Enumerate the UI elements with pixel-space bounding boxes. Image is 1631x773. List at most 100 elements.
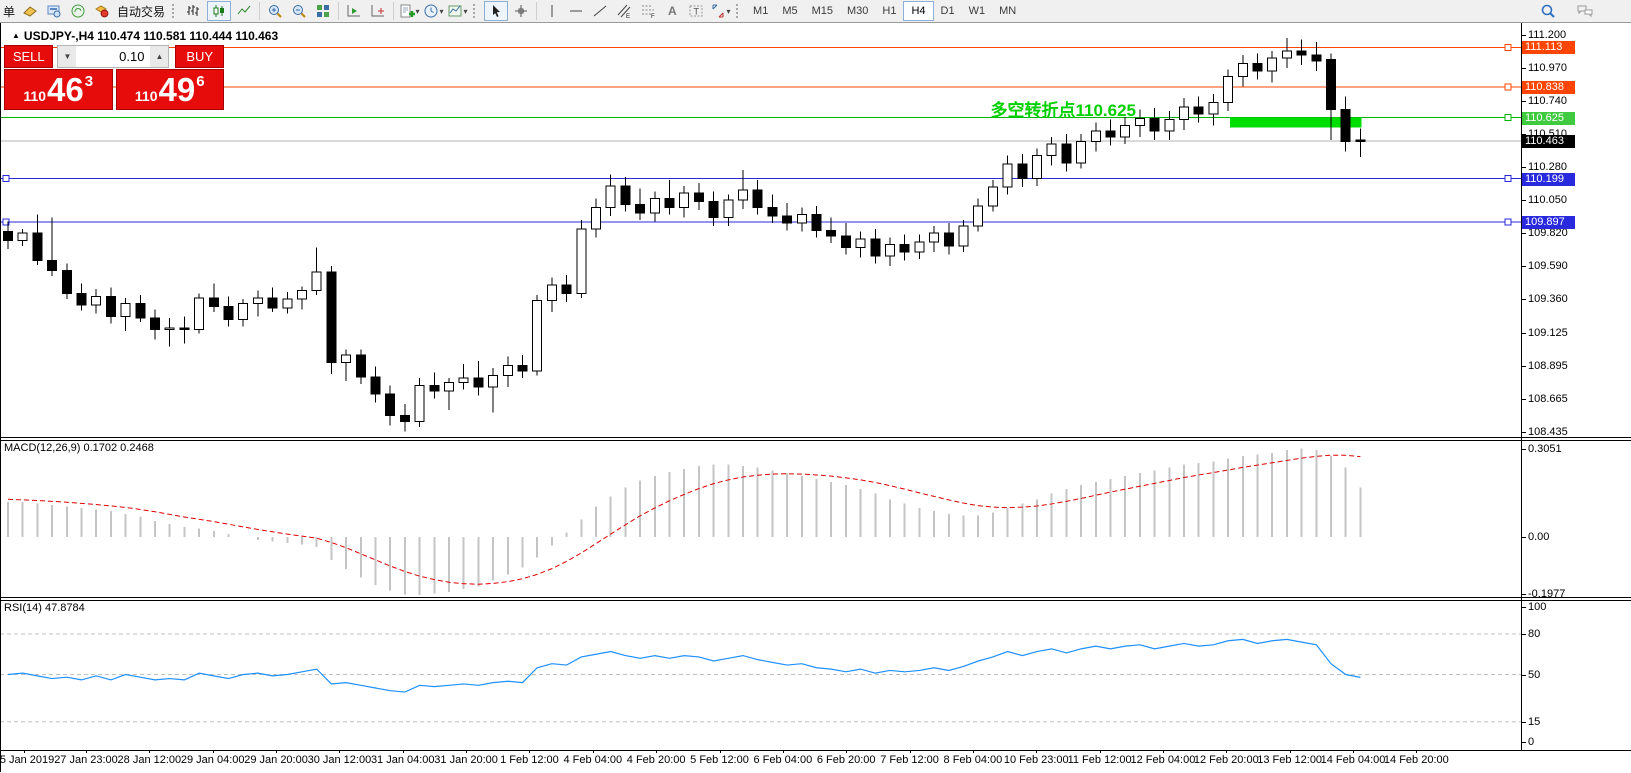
equidistant-channel-icon[interactable]: E (613, 1, 635, 21)
timeframe-h4[interactable]: H4 (903, 1, 933, 21)
bar-chart-icon[interactable] (183, 1, 205, 21)
autotrading-label[interactable]: 自动交易 (117, 3, 165, 20)
candle (988, 187, 997, 206)
hline-handle[interactable] (1505, 176, 1511, 182)
timeframe-m5[interactable]: M5 (775, 2, 804, 20)
zoom-out-icon[interactable] (288, 1, 310, 21)
candle (18, 233, 27, 240)
axis-tick-label: 109.125 (1528, 327, 1568, 339)
timeframe-group: M1M5M15M30H1H4D1W1MN (746, 1, 1023, 21)
time-axis-tick (593, 750, 594, 753)
candle (180, 328, 189, 329)
rsi-panel[interactable] (0, 600, 1521, 750)
candle (121, 304, 130, 317)
hline-handle[interactable] (1505, 219, 1511, 225)
navigator-icon[interactable] (67, 1, 89, 21)
text-icon[interactable]: A (661, 1, 683, 21)
text-label-icon[interactable]: T (685, 1, 707, 21)
hline-handle[interactable] (1505, 44, 1511, 50)
candle (1327, 59, 1336, 109)
panel-splitter[interactable] (0, 437, 1631, 438)
zoom-in-icon[interactable] (264, 1, 286, 21)
hline-handle[interactable] (1505, 115, 1511, 121)
auto-scroll-icon[interactable] (343, 1, 365, 21)
sell-price-display[interactable]: 110 46 3 (4, 69, 113, 110)
new-order-icon[interactable] (19, 1, 41, 21)
main-chart[interactable] (0, 22, 1521, 437)
candle (1121, 125, 1130, 136)
candle (224, 306, 233, 319)
candle (739, 190, 748, 200)
periods-icon[interactable]: ▾ (422, 1, 444, 21)
axis-tick-label: 108.665 (1528, 393, 1568, 405)
axis-tick-label: 110.280 (1528, 161, 1567, 173)
search-icon[interactable] (1537, 1, 1559, 21)
chat-icon[interactable] (1574, 1, 1596, 21)
candle (930, 233, 939, 242)
pivot-annotation[interactable]: 多空转折点110.625 (940, 96, 1136, 121)
crosshair-icon[interactable] (510, 1, 532, 21)
time-axis-tick (1226, 750, 1227, 753)
panel-splitter[interactable] (0, 440, 1631, 441)
trendline-icon[interactable] (589, 1, 611, 21)
fibonacci-icon[interactable]: F (637, 1, 659, 21)
indicators-icon[interactable]: ▾ (398, 1, 420, 21)
axis-tick (1521, 399, 1526, 400)
time-axis-tick (213, 750, 214, 753)
hline-handle[interactable] (1505, 84, 1511, 90)
templates-icon[interactable]: ▾ (446, 1, 468, 21)
macd-panel[interactable] (0, 440, 1521, 597)
panel-splitter[interactable] (0, 600, 1631, 601)
timeframe-mn[interactable]: MN (992, 2, 1023, 20)
cursor-icon[interactable] (484, 1, 508, 21)
candle (1209, 102, 1218, 113)
timeframe-m30[interactable]: M30 (840, 2, 875, 20)
volume-decrease-button[interactable]: ▼ (58, 46, 76, 67)
candle (1135, 118, 1144, 125)
candlestick-chart-icon[interactable] (207, 1, 231, 21)
candle (1018, 164, 1027, 178)
timeframe-h1[interactable]: H1 (875, 2, 903, 20)
axis-tick (1521, 675, 1526, 676)
sell-price-pip: 3 (85, 73, 93, 90)
arrows-icon[interactable]: ▾ (709, 1, 731, 21)
one-click-trade-panel: SELL ▼ 0.10 ▲ BUY 110 46 3 110 49 6 (4, 45, 224, 110)
timeframe-d1[interactable]: D1 (934, 2, 962, 20)
candle (665, 199, 674, 208)
toolbar-grip[interactable] (473, 4, 479, 18)
macd-panel-label: MACD(12,26,9) 0.1702 0.2468 (4, 442, 154, 454)
candle (592, 207, 601, 229)
timeframe-m15[interactable]: M15 (805, 2, 840, 20)
axis-tick-label: 110.050 (1528, 194, 1567, 206)
panel-splitter[interactable] (0, 597, 1631, 598)
buy-button[interactable]: BUY (175, 45, 224, 68)
order-menu-label[interactable]: 单 (3, 3, 15, 20)
candle (239, 304, 248, 320)
hline-handle[interactable] (3, 176, 9, 182)
buy-price-figure: 110 (135, 88, 158, 104)
toolbar-grip[interactable] (736, 4, 742, 18)
market-watch-icon[interactable] (43, 1, 65, 21)
volume-increase-button[interactable]: ▲ (150, 46, 168, 67)
volume-stepper: ▼ 0.10 ▲ (57, 45, 169, 68)
vertical-line-icon[interactable] (541, 1, 563, 21)
candle (1224, 77, 1233, 103)
volume-input[interactable]: 0.10 (76, 46, 150, 67)
candle (106, 296, 115, 316)
buy-price-display[interactable]: 110 49 6 (116, 69, 225, 110)
collapse-panel-icon[interactable]: ▲ (12, 31, 20, 40)
sell-price-figure: 110 (23, 88, 46, 104)
sell-button[interactable]: SELL (4, 45, 53, 68)
axis-tick-label: 111.200 (1528, 29, 1566, 41)
timeframe-m1[interactable]: M1 (746, 2, 775, 20)
toolbar-grip[interactable] (172, 4, 178, 18)
chart-shift-icon[interactable] (367, 1, 389, 21)
candle (430, 385, 439, 391)
chart-title: ▲USDJPY-,H4 110.474 110.581 110.444 110.… (12, 29, 278, 43)
time-axis-tick (846, 750, 847, 753)
line-chart-icon[interactable] (233, 1, 255, 21)
horizontal-line-icon[interactable] (565, 1, 587, 21)
autotrading-icon[interactable] (91, 1, 113, 21)
tile-windows-icon[interactable] (312, 1, 334, 21)
timeframe-w1[interactable]: W1 (962, 2, 993, 20)
